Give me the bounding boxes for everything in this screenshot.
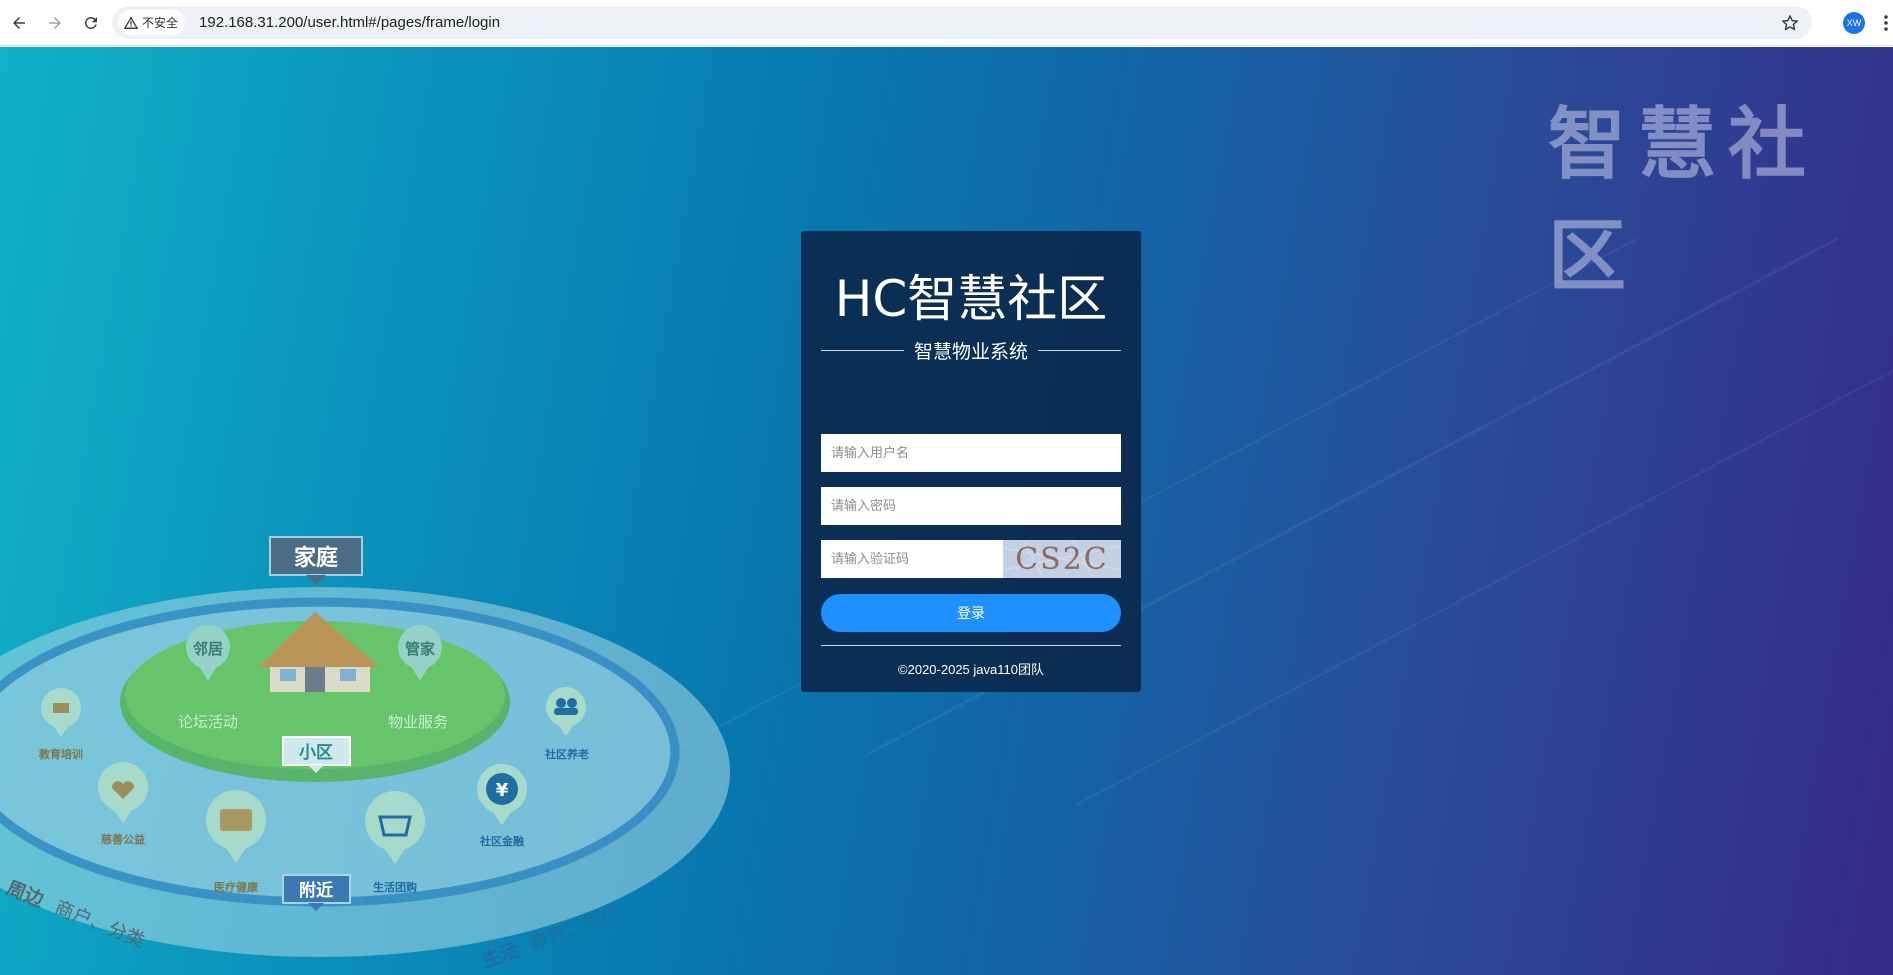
service-label: 生活团购 (373, 880, 417, 894)
login-page-background: 智慧社区 家庭 邻居 论坛活动 管家 物业服务 小区 教育培训 慈善公益 医疗健… (0, 47, 1893, 975)
community-illustration: 家庭 邻居 论坛活动 管家 物业服务 小区 教育培训 慈善公益 医疗健康 生活团… (0, 536, 730, 973)
profile-avatar[interactable]: XW (1843, 12, 1865, 34)
captcha-text: CS2C (1015, 542, 1109, 577)
reload-icon[interactable] (74, 6, 108, 40)
security-chip[interactable]: 不安全 (118, 10, 186, 35)
username-input[interactable] (821, 434, 1121, 472)
warning-icon (124, 16, 138, 29)
ring-text-life-bold: 生活 (479, 938, 523, 973)
service-label: 社区养老 (544, 747, 589, 761)
svg-text:¥: ¥ (496, 780, 509, 801)
service-label: 慈善公益 (101, 832, 145, 846)
login-button[interactable]: 登录 (821, 594, 1121, 632)
login-card: HC智慧社区 智慧物业系统 CS2C 登录 ©2020-2025 java110… (801, 231, 1141, 692)
address-bar[interactable]: 不安全 192.168.31.200/user.html#/pages/fram… (112, 6, 1812, 39)
divider (821, 645, 1121, 646)
copyright-text: ©2020-2025 java110团队 (898, 662, 1044, 677)
light-streak (1074, 287, 1893, 807)
forward-icon[interactable] (38, 6, 72, 40)
password-input[interactable] (821, 487, 1121, 525)
subtitle-row: 智慧物业系统 (821, 339, 1122, 363)
brand-watermark: 智慧社区 (1548, 100, 1819, 302)
login-title: HC智慧社区 (834, 270, 1108, 328)
finance-pin: ¥ 社区金融 (477, 764, 527, 848)
forum-caption: 论坛活动 (178, 713, 238, 731)
captcha-image[interactable]: CS2C (1003, 540, 1121, 578)
service-label: 医疗健康 (214, 880, 259, 894)
butler-pin-text: 管家 (405, 640, 435, 658)
family-tag-text: 家庭 (294, 545, 338, 571)
divider (821, 349, 904, 351)
kebab-menu-icon[interactable] (1882, 13, 1890, 33)
nearby-tag-text: 附近 (299, 880, 333, 901)
captcha-graphic: CS2C (1003, 540, 1121, 578)
bookmark-star-icon[interactable] (1780, 13, 1800, 33)
property-caption: 物业服务 (388, 713, 448, 731)
captcha-input[interactable] (821, 540, 1003, 578)
security-label: 不安全 (142, 16, 179, 30)
community-tag-text: 小区 (299, 743, 333, 763)
family-tag: 家庭 (269, 536, 363, 585)
divider (1038, 349, 1122, 351)
charity-pin: 慈善公益 (98, 762, 148, 846)
neighbour-pin-text: 邻居 (192, 640, 223, 658)
back-icon[interactable] (2, 6, 36, 40)
login-subtitle: 智慧物业系统 (914, 340, 1029, 363)
service-label: 社区金融 (479, 834, 524, 848)
service-label: 教育培训 (38, 747, 83, 761)
browser-toolbar: 不安全 192.168.31.200/user.html#/pages/fram… (0, 0, 1893, 46)
url-text[interactable]: 192.168.31.200/user.html#/pages/frame/lo… (199, 14, 500, 31)
